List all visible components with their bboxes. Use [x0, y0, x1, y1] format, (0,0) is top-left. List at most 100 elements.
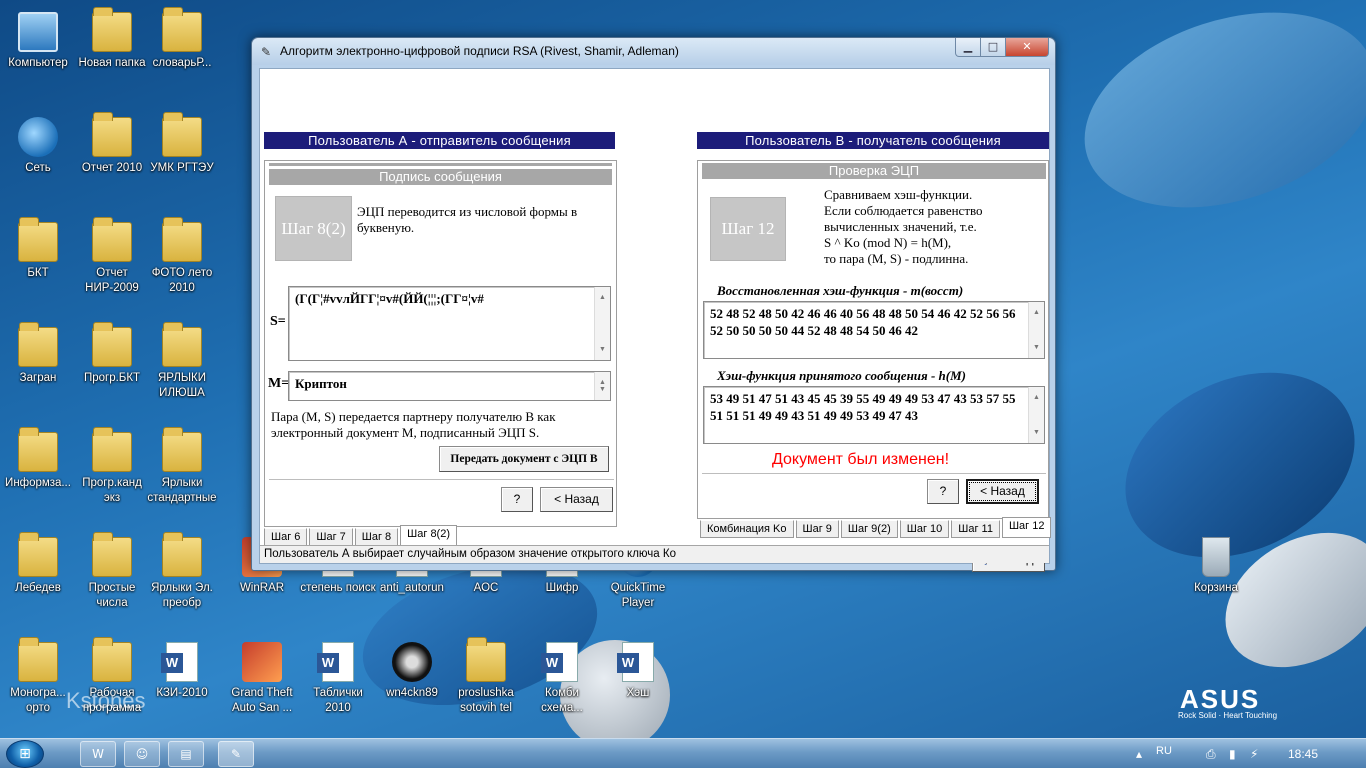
sender-panel: Подпись сообщения Шаг 8(2) ЭЦП переводит… [264, 160, 617, 527]
desktop-icon[interactable]: Таблички 2010 [300, 638, 376, 734]
folder-icon [92, 112, 132, 157]
desktop-icon[interactable]: Хэш [600, 638, 676, 734]
m-label: M= [268, 376, 290, 391]
close-button[interactable]: ✕ [1006, 38, 1049, 57]
trash-icon [1202, 537, 1230, 577]
desktop-icon[interactable]: Комби схема... [524, 638, 600, 734]
maximize-button[interactable]: □ [981, 38, 1006, 57]
desktop-icon-label: УМК РГТЭУ [150, 162, 214, 174]
printer-icon[interactable]: ⎙ [1206, 747, 1216, 762]
network-icon [18, 117, 58, 157]
rsa-window: ✎ Алгоритм электронно-цифровой подписи R… [251, 37, 1056, 572]
sender-tabs: Шаг 6 Шаг 7 Шаг 8 Шаг 8(2) [264, 525, 459, 546]
desktop-icon-label: словарьР... [152, 57, 212, 69]
desktop-icon[interactable]: Ярлыки Эл. преобр [144, 532, 220, 629]
tab-step-9[interactable]: Шаг 9 [795, 520, 839, 538]
desktop-icon[interactable]: ФОТО лето 2010 [144, 217, 220, 314]
show-hidden-icons-icon[interactable]: ▴ [1136, 747, 1142, 761]
window-titlebar[interactable]: ✎ Алгоритм электронно-цифровой подписи R… [252, 38, 1055, 65]
desktop-icon[interactable]: Прогр.БКТ [74, 322, 150, 419]
taskbar: ⊞ W ☺ ▤ ✎ ▴ RU ⎙ ▮ ⚡ 18:45 [0, 738, 1366, 768]
desktop-icon-label: Шифр [545, 582, 579, 594]
desktop-icon-label: Ярлыки Эл. преобр [151, 582, 213, 609]
tab-step-10[interactable]: Шаг 10 [899, 520, 950, 538]
desktop-icon[interactable]: Компьютер [0, 8, 76, 104]
tab-step-8-2[interactable]: Шаг 8(2) [400, 525, 458, 546]
message-memo[interactable]: Криптон ▲ ▼ [288, 371, 611, 401]
sender-help-button[interactable]: ? [501, 487, 533, 512]
received-hash-scrollbar[interactable]: ▲ ▼ [1028, 387, 1044, 443]
taskbar-rsa-app[interactable]: ✎ [218, 741, 254, 767]
desktop-icon[interactable]: Корзина [1178, 533, 1254, 629]
desktop-icon-label: Информза... [5, 477, 71, 489]
start-button[interactable]: ⊞ [6, 740, 44, 768]
scroll-up-icon: ▲ [1033, 393, 1040, 401]
receiver-back-button[interactable]: < Назад [966, 479, 1039, 504]
tab-step-12[interactable]: Шаг 12 [1001, 517, 1052, 538]
folder-icon [92, 637, 132, 682]
taskbar-users[interactable]: ☺ [124, 741, 160, 767]
desktop-icon[interactable]: Информза... [0, 427, 76, 524]
signature-memo[interactable]: (Г(Г¦#vvлЙГГ¦¤v#(ЙЙ(¦¦¦;(ГГ¤¦v# ▲ ▼ [288, 286, 611, 361]
desktop-icon[interactable]: proslushka sotovih tel [448, 637, 524, 734]
panel-divider [269, 479, 614, 480]
step-box: Шаг 12 [710, 197, 786, 261]
desktop-icon[interactable]: Отчет НИР-2009 [74, 217, 150, 314]
desktop-icon[interactable]: БКТ [0, 217, 76, 314]
desktop-icon-label: Корзина [1194, 582, 1238, 594]
minimize-button[interactable]: ▁ [955, 38, 981, 57]
desktop-icon[interactable]: УМК РГТЭУ [144, 112, 220, 209]
send-document-button[interactable]: Передать документ с ЭЦП В [439, 446, 609, 472]
restored-hash-memo[interactable]: 52 48 52 48 50 42 46 46 40 56 48 48 50 5… [703, 301, 1045, 359]
desktop-icon[interactable]: Сеть [0, 113, 76, 209]
tab-step-7[interactable]: Шаг 7 [309, 528, 353, 546]
desktop-icon[interactable]: Моногра... орто [0, 637, 76, 734]
received-hash-memo[interactable]: 53 49 51 47 51 43 45 45 39 55 49 49 49 5… [703, 386, 1045, 444]
desktop-icon[interactable]: Простые числа [74, 532, 150, 629]
desktop-icon[interactable]: словарьР... [144, 7, 220, 104]
tab-step-9-2[interactable]: Шаг 9(2) [840, 520, 898, 538]
desktop-icon[interactable]: Ярлыки стандартные [144, 427, 220, 524]
language-indicator[interactable]: RU [1156, 745, 1172, 757]
desktop-icon-label: QuickTime Player [610, 582, 666, 609]
tab-step-8[interactable]: Шаг 8 [354, 528, 399, 546]
folder-icon [466, 637, 506, 682]
desktop-icon-label: Новая папка [78, 57, 146, 69]
word-doc-icon [617, 642, 654, 682]
desktop-icon[interactable]: Лебедев [0, 532, 76, 629]
minimize-icon: ▁ [963, 40, 973, 53]
panel-divider [269, 163, 612, 166]
restored-hash-scrollbar[interactable]: ▲ ▼ [1028, 302, 1044, 358]
tab-step-6[interactable]: Шаг 6 [264, 528, 308, 546]
taskbar-explorer[interactable]: ▤ [168, 741, 204, 767]
status-text: Пользователь А выбирает случайным образо… [264, 548, 676, 560]
message-scrollbar[interactable]: ▲ ▼ [594, 372, 610, 400]
clock[interactable]: 18:45 [1288, 747, 1318, 761]
desktop-icon[interactable]: ЯРЛЫКИ ИЛЮША [144, 322, 220, 419]
desktop-icon[interactable]: Grand Theft Auto San ... [224, 638, 300, 734]
sender-back-button[interactable]: < Назад [540, 487, 613, 512]
verification-result: Документ был изменен! [772, 451, 950, 468]
windows-logo-icon: ⊞ [19, 746, 31, 762]
desktop-icon[interactable]: Загран [0, 322, 76, 419]
desktop-icon[interactable]: wn4ckn89 [374, 638, 450, 734]
desktop-icon-label: Комби схема... [541, 687, 583, 714]
tab-combination-ko[interactable]: Комбинация Ko [700, 520, 794, 538]
receiver-panel: Проверка ЭЦП Шаг 12 Сравниваем хэш-функц… [697, 160, 1049, 519]
message-value: Криптон [295, 376, 347, 391]
desktop-icon-label: Отчет 2010 [81, 162, 143, 174]
desktop-icon[interactable]: Прогр.канд экз [74, 427, 150, 524]
desktop-icon-label: ФОТО лето 2010 [151, 267, 213, 294]
desktop-icon[interactable]: Рабочая программа [74, 637, 150, 734]
network-icon[interactable]: ▮ [1229, 747, 1236, 761]
taskbar-word[interactable]: W [80, 741, 116, 767]
scroll-up-icon: ▲ [599, 293, 606, 301]
power-icon[interactable]: ⚡ [1250, 747, 1258, 761]
desktop-icon-label: степень поиск [300, 582, 376, 594]
desktop-icon[interactable]: Новая папка [74, 7, 150, 104]
desktop-icon[interactable]: КЗИ-2010 [144, 638, 220, 734]
signature-scrollbar[interactable]: ▲ ▼ [594, 287, 610, 360]
receiver-help-button[interactable]: ? [927, 479, 959, 504]
desktop-icon[interactable]: Отчет 2010 [74, 112, 150, 209]
tab-step-11[interactable]: Шаг 11 [951, 520, 1000, 538]
